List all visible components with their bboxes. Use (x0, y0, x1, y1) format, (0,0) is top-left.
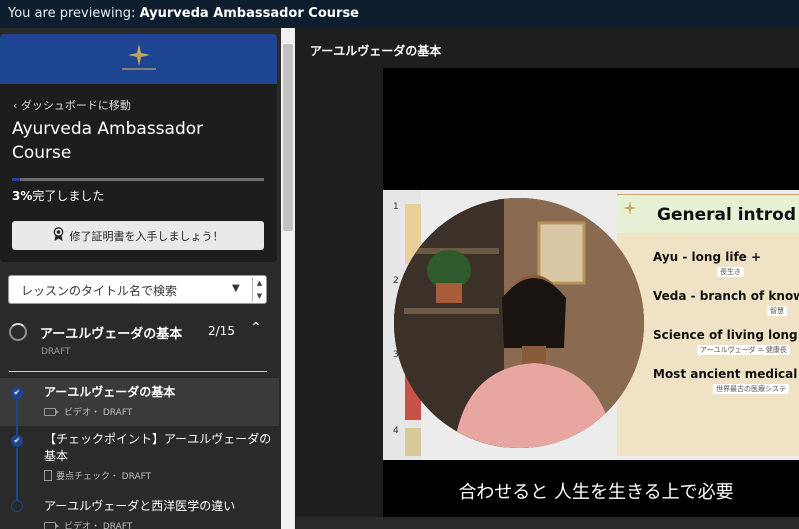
search-placeholder: レッスンのタイトル名で検索 (21, 284, 178, 298)
check-icon: ✔ (11, 387, 23, 399)
slide-content: General introd Ayu - long life + 長生き Ved… (617, 194, 799, 456)
school-logo (119, 44, 159, 74)
progress-bar (12, 178, 264, 181)
lesson-heading: アーユルヴェーダの基本 (310, 44, 442, 58)
slide-header: General introd (617, 195, 799, 233)
chevron-left-icon: ‹ (13, 99, 21, 112)
video-icon (44, 407, 59, 416)
lesson-meta: ビデオ・ DRAFT (44, 405, 132, 418)
list-item[interactable]: ✔ アーユルヴェーダの基本 ビデオ・ DRAFT (0, 378, 279, 426)
lesson-search-select[interactable]: レッスンのタイトル名で検索 ▼ ▲ ▼ (8, 275, 267, 304)
preview-prefix: You are previewing: (8, 6, 140, 21)
lesson-title: アーユルヴェーダの基本 (44, 385, 176, 399)
lesson-meta: ビデオ・ DRAFT (44, 519, 132, 529)
preview-banner: You are previewing: Ayurveda Ambassador … (0, 0, 799, 28)
scrollbar-thumb[interactable] (283, 44, 293, 231)
lesson-content: アーユルヴェーダの基本 1 2 3 4 General introd Ayu -… (296, 28, 799, 529)
video-icon (44, 521, 59, 529)
lesson-title: 【チェックポイント】アーユルヴェーダの基本 (44, 432, 272, 463)
preview-course-name: Ayurveda Ambassador Course (139, 6, 359, 21)
document-icon (44, 470, 52, 481)
player-bottom-bar (296, 517, 799, 529)
list-item[interactable]: ✔ 【チェックポイント】アーユルヴェーダの基本 要点チェック・ DRAFT (0, 426, 279, 486)
slide-subtext: アーユルヴェーダ = 健康長 (697, 345, 790, 355)
lesson-meta-text: ビデオ・ DRAFT (64, 522, 133, 529)
slide-line: Science of living long a (653, 328, 799, 342)
progress-ring-icon (9, 323, 27, 341)
slide-number: 1 (393, 202, 399, 212)
lesson-title: アーユルヴェーダと西洋医学の違い (44, 499, 236, 513)
lotus-icon (623, 201, 637, 215)
section-lesson-count: 2/15 (208, 324, 235, 338)
timeline-line (16, 400, 18, 426)
progress-suffix: 完了しました (32, 189, 105, 203)
back-label: ダッシュボードに移動 (20, 99, 131, 112)
certificate-label: 修了証明書を入手しましょう！ (69, 229, 224, 243)
course-sidebar: ‹ ダッシュボードに移動 Ayurveda Ambassador Course … (0, 28, 281, 529)
video-player[interactable]: 1 2 3 4 General introd Ayu - long life +… (383, 68, 799, 529)
video-caption: 合わせると 人生を生きる上で必要 (458, 482, 734, 503)
slide-subtext: 世界最古の医療システ (713, 384, 789, 394)
incomplete-dot-icon (11, 500, 23, 512)
slide-subtext: 智慧 (767, 306, 787, 316)
slide-number: 2 (393, 276, 399, 286)
sidebar-scrollbar[interactable] (281, 28, 295, 529)
lesson-meta-text: 要点チェック・ DRAFT (56, 472, 152, 482)
lesson-meta-text: ビデオ・ DRAFT (64, 408, 133, 418)
slide-thumbnail (405, 428, 421, 456)
list-item[interactable]: アーユルヴェーダと西洋医学の違い ビデオ・ DRAFT (0, 486, 279, 529)
progress-fill (12, 178, 20, 181)
divider (9, 371, 267, 372)
course-title: Ayurveda Ambassador Course (12, 119, 204, 163)
slide-subtext: 長生き (717, 267, 744, 277)
scroll-stepper[interactable]: ▲ ▼ (252, 277, 266, 302)
timeline-line (16, 448, 18, 486)
chevron-up-icon[interactable]: ⌃ (250, 320, 262, 336)
slide-line: Most ancient medical s (653, 367, 799, 381)
section-title: アーユルヴェーダの基本 (40, 327, 183, 342)
back-to-dashboard-link[interactable]: ‹ ダッシュボードに移動 (13, 97, 277, 113)
check-icon: ✔ (11, 435, 23, 447)
slide-line: Veda - branch of know (653, 289, 799, 303)
slide-number: 4 (393, 426, 399, 436)
progress-percent: 3% (12, 189, 33, 203)
course-card: ‹ ダッシュボードに移動 Ayurveda Ambassador Course … (0, 34, 277, 262)
timeline-line (16, 486, 18, 500)
course-banner (0, 34, 277, 84)
arrow-up-icon[interactable]: ▲ (253, 277, 266, 290)
slide-title: General introd (657, 205, 797, 225)
presenter-video-circle (394, 198, 644, 448)
get-certificate-button[interactable]: 修了証明書を入手しましょう！ (12, 221, 264, 250)
award-icon (53, 226, 64, 245)
caret-down-icon: ▼ (232, 283, 240, 294)
section-header[interactable]: アーユルヴェーダの基本 2/15 ⌃ DRAFT (0, 318, 281, 363)
lesson-meta: 要点チェック・ DRAFT (44, 469, 151, 482)
slide-frame: 1 2 3 4 General introd Ayu - long life +… (383, 190, 799, 460)
timeline-line (16, 426, 18, 435)
slide-line: Ayu - long life + (653, 250, 762, 264)
section-status: DRAFT (41, 347, 71, 357)
arrow-down-icon[interactable]: ▼ (253, 290, 266, 303)
progress-text: 3%完了しました (12, 187, 277, 204)
